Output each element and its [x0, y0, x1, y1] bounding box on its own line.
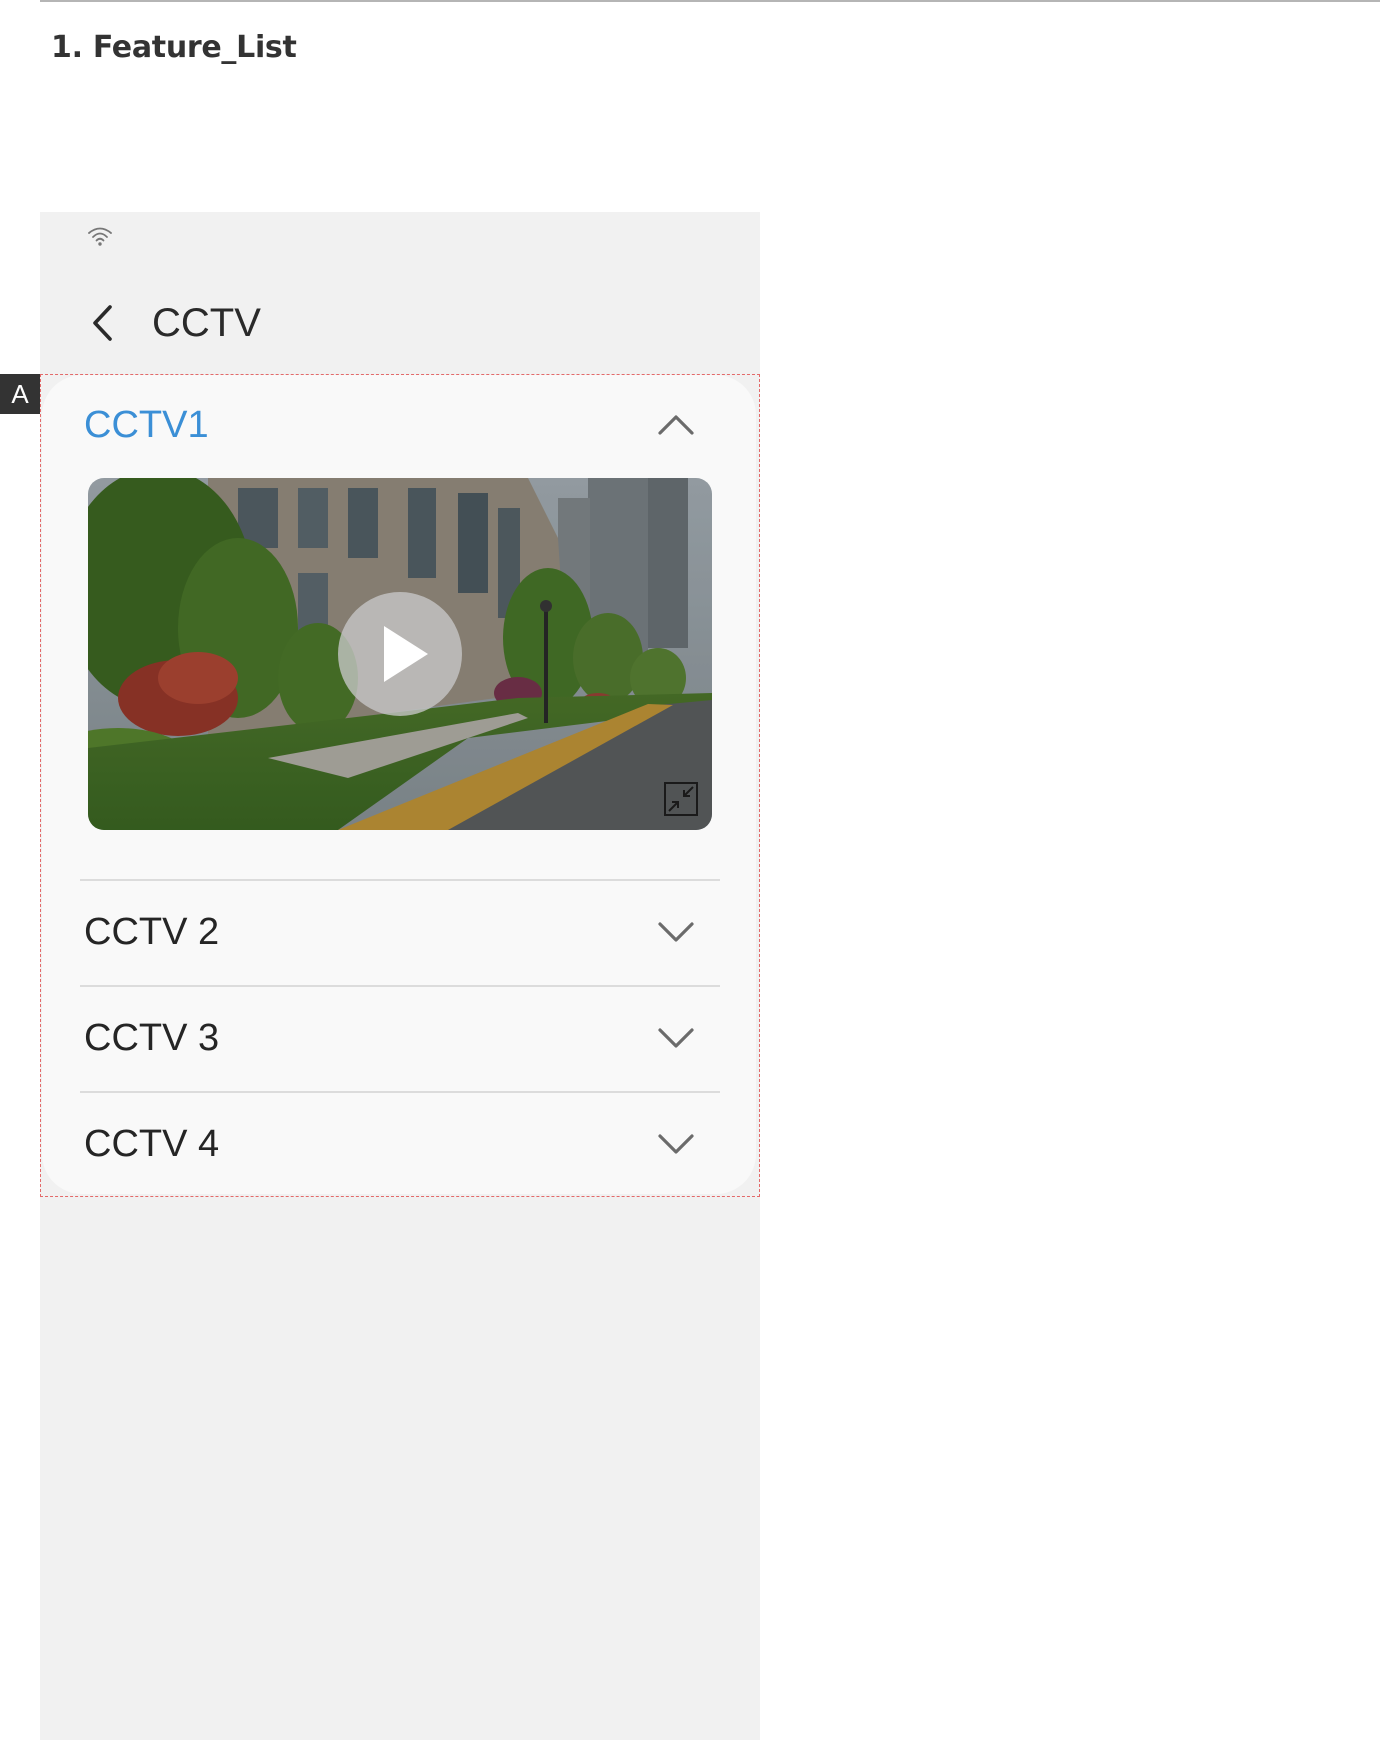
play-icon	[384, 626, 428, 682]
cctv-item-4-header[interactable]: CCTV 4	[42, 1094, 756, 1194]
list-divider	[80, 1091, 720, 1093]
section-title: 1. Feature_List	[51, 30, 297, 65]
status-bar	[40, 212, 760, 256]
cctv-list-card: CCTV1 CCTV 2 CCTV 3 CCTV 4	[42, 375, 756, 1194]
chevron-down-icon	[658, 922, 694, 942]
play-button[interactable]	[338, 592, 462, 716]
chevron-left-icon	[93, 305, 112, 341]
app-title: CCTV	[152, 301, 261, 345]
cctv-item-label: CCTV 2	[84, 911, 220, 953]
cctv-video-thumbnail[interactable]	[88, 478, 712, 830]
cctv-item-label: CCTV 4	[84, 1123, 220, 1165]
annotation-marker: A	[0, 374, 40, 414]
cctv-item-1-header[interactable]: CCTV1	[42, 375, 756, 475]
cctv-item-label: CCTV 3	[84, 1017, 220, 1059]
list-divider	[80, 879, 720, 881]
list-divider	[80, 985, 720, 987]
chevron-down-icon	[658, 1134, 694, 1154]
wifi-icon	[88, 227, 112, 246]
back-button[interactable]	[78, 298, 128, 348]
cctv-item-2-header[interactable]: CCTV 2	[42, 882, 756, 982]
app-bar: CCTV	[40, 278, 760, 368]
cctv-item-3-header[interactable]: CCTV 3	[42, 988, 756, 1088]
exit-fullscreen-icon	[664, 782, 698, 816]
chevron-up-icon	[658, 415, 694, 435]
chevron-down-icon	[658, 1028, 694, 1048]
exit-fullscreen-button[interactable]	[664, 782, 698, 816]
top-divider	[40, 0, 1380, 2]
cctv-item-label: CCTV1	[84, 404, 209, 446]
